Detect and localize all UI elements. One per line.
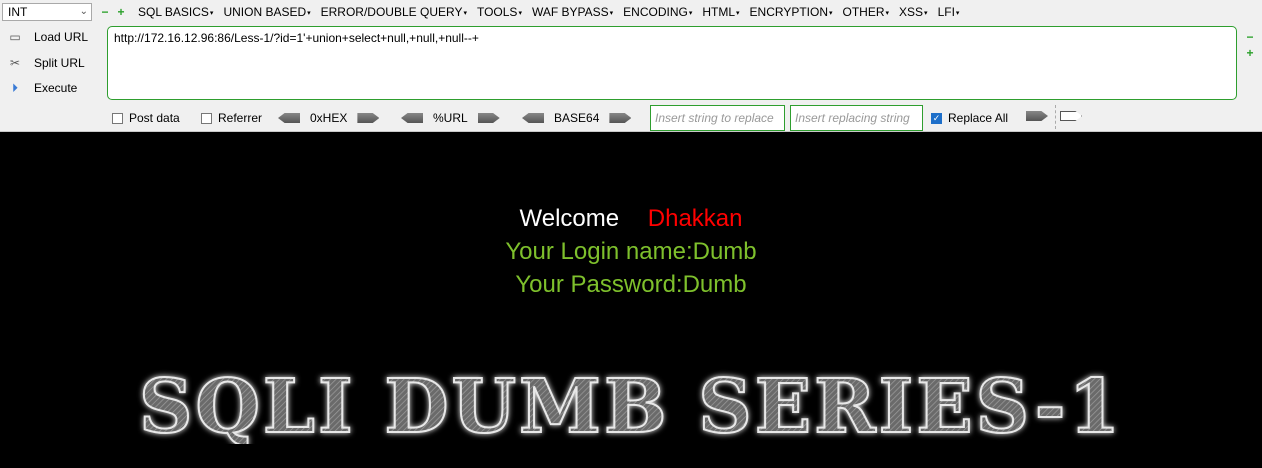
replace-string-input[interactable]: Insert string to replace	[650, 105, 785, 131]
url-enc-label: %URL	[433, 111, 468, 125]
play-icon: ⏵	[11, 81, 18, 95]
banner-text: SQLI DUMB SERIES-1	[139, 364, 1123, 444]
menu-item[interactable]: UNION BASED	[223, 5, 310, 19]
url-text: http://172.16.12.96:86/Less-1/?id=1'+uni…	[114, 31, 479, 45]
url-encode-arrow-icon[interactable]	[477, 113, 500, 123]
page-content: Welcome Dhakkan Your Login name:Dumb You…	[0, 132, 1262, 468]
replace-all-box[interactable]: ✓	[931, 112, 942, 124]
referrer-checkbox[interactable]: Referrer	[201, 111, 262, 125]
load-url-button[interactable]: ▭ Load URL	[6, 28, 88, 46]
replace-arrow-icon[interactable]	[1026, 111, 1048, 121]
hackbar-menu-row: INT ⌄ − + SQL BASICS UNION BASED ERROR/DOU…	[0, 0, 1262, 25]
type-select[interactable]: INT ⌄	[2, 3, 92, 21]
divider	[1055, 105, 1056, 129]
hackbar-toolbar: INT ⌄ − + SQL BASICS UNION BASED ERROR/DOU…	[0, 0, 1262, 132]
replace-all-label: Replace All	[948, 111, 1009, 125]
replace-go	[1026, 111, 1048, 121]
split-url-button[interactable]: ✂ Split URL	[6, 54, 85, 72]
post-data-label: Post data	[129, 111, 180, 125]
url-decode-arrow-icon[interactable]	[401, 113, 423, 123]
menu-item[interactable]: WAF BYPASS	[532, 5, 613, 19]
replacing-string-placeholder: Insert replacing string	[795, 111, 910, 125]
menu-item[interactable]: SQL BASICS	[138, 5, 213, 19]
expand-icon[interactable]: +	[1245, 47, 1255, 59]
referrer-box[interactable]	[201, 112, 212, 124]
chevron-down-icon: ⌄	[79, 6, 88, 17]
welcome-line: Welcome Dhakkan	[0, 205, 1262, 233]
url-encoder: %URL	[401, 111, 500, 125]
referrer-label: Referrer	[218, 111, 263, 125]
url-textarea[interactable]: http://172.16.12.96:86/Less-1/?id=1'+uni…	[107, 26, 1237, 100]
plus-icon[interactable]: +	[116, 6, 126, 18]
load-url-icon: ▭	[9, 30, 21, 44]
execute-button[interactable]: ⏵ Execute	[6, 79, 77, 97]
replace-all-checkbox[interactable]: ✓ Replace All	[931, 111, 1008, 125]
post-data-checkbox[interactable]: Post data	[112, 111, 180, 125]
hackbar-menu: SQL BASICS UNION BASED ERROR/DOUBLE QUERY T…	[138, 5, 969, 19]
password-line: Your Password:Dumb	[515, 271, 747, 298]
hex-decode-arrow-icon[interactable]	[278, 113, 300, 123]
menu-item[interactable]: ENCODING	[623, 5, 692, 19]
execute-label: Execute	[34, 81, 78, 95]
replace-string-placeholder: Insert string to replace	[655, 111, 774, 125]
menu-item[interactable]: ERROR/DOUBLE QUERY	[321, 5, 467, 19]
minus-icon[interactable]: −	[100, 6, 110, 18]
post-data-box[interactable]	[112, 112, 123, 124]
scissors-icon: ✂	[9, 56, 21, 70]
hex-label: 0xHEX	[310, 111, 348, 125]
menu-item[interactable]: ENCRYPTION	[750, 5, 833, 19]
base64-label: BASE64	[554, 111, 600, 125]
type-select-value: INT	[8, 5, 28, 19]
shrink-icon[interactable]: −	[1245, 31, 1255, 43]
replacing-string-input[interactable]: Insert replacing string	[790, 105, 923, 131]
menu-item[interactable]: XSS	[899, 5, 928, 19]
welcome-text: Welcome	[519, 205, 620, 232]
welcome-name: Dhakkan	[647, 205, 743, 232]
login-name-line: Your Login name:Dumb	[505, 238, 757, 265]
menu-item[interactable]: LFI	[938, 5, 960, 19]
split-url-label: Split URL	[34, 56, 85, 70]
replace-next-arrow-icon[interactable]	[1060, 111, 1082, 121]
menu-item[interactable]: OTHER	[843, 5, 890, 19]
hex-encoder: 0xHEX	[278, 111, 380, 125]
load-url-label: Load URL	[34, 30, 89, 44]
base64-decode-arrow-icon[interactable]	[522, 113, 544, 123]
menu-item[interactable]: HTML	[702, 5, 739, 19]
menu-item[interactable]: TOOLS	[477, 5, 522, 19]
replace-next	[1060, 111, 1082, 121]
base64-encode-arrow-icon[interactable]	[609, 113, 632, 123]
hex-encode-arrow-icon[interactable]	[357, 113, 380, 123]
sqli-banner: SQLI DUMB SERIES-1	[138, 364, 1123, 444]
base64-encoder: BASE64	[522, 111, 632, 125]
hackbar-options-row: Post data Referrer 0xHEX %URL BASE64 Ins…	[0, 105, 1262, 131]
